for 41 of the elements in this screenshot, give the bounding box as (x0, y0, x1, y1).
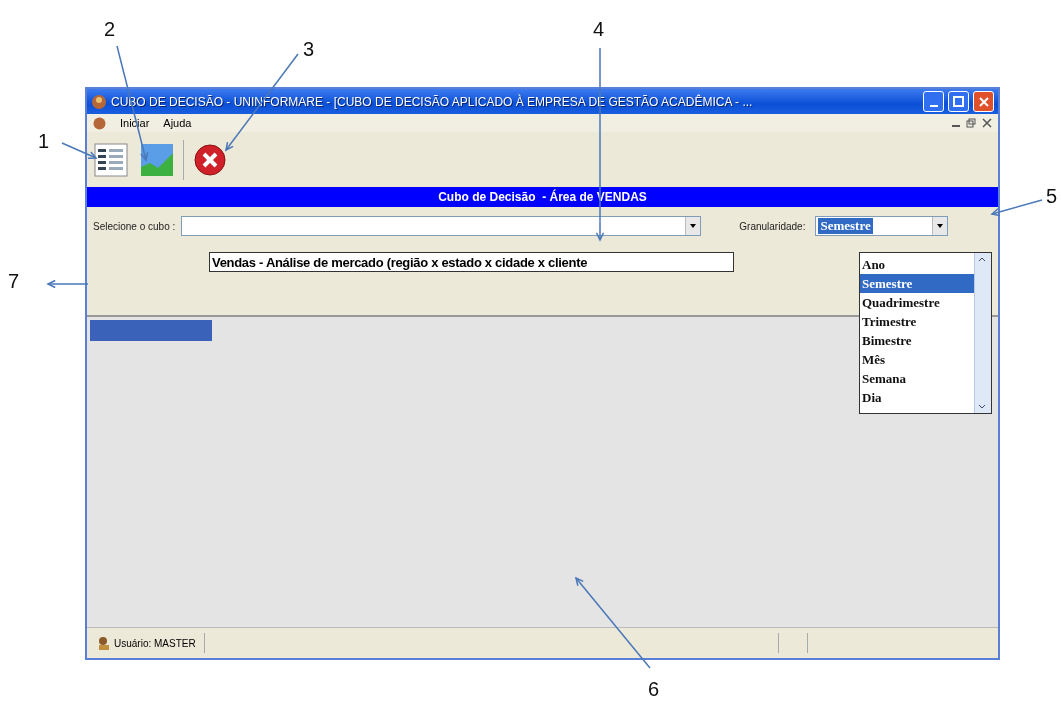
dropdown-option[interactable]: Semana (860, 369, 974, 388)
granularity-label: Granularidade: (739, 220, 806, 232)
annotation-number: 5 (1046, 185, 1058, 208)
maximize-button[interactable] (948, 91, 969, 112)
status-user: Usuário: MASTER (114, 637, 196, 649)
annotation-number: 1 (38, 130, 50, 153)
dropdown-option[interactable]: Semestre (860, 274, 974, 293)
close-icon[interactable] (982, 118, 992, 128)
annotation-number: 6 (648, 678, 660, 701)
dropdown-option[interactable]: Bimestre (860, 331, 974, 350)
window-title: CUBO DE DECISÃO - UNINFORMARE - [CUBO DE DECISÃO APLICADO À EMPRESA DE GESTÃO ACADÊMICA - ... (111, 94, 754, 109)
annotation-arrow (61, 142, 98, 160)
dropdown-option[interactable]: Vendas - Análise de mercado (região x estado x cidade x cliente (209, 252, 734, 272)
minimize-icon (929, 104, 938, 107)
dropdown-option[interactable]: Mês (860, 350, 974, 369)
caret-icon (690, 224, 697, 228)
close-icon (978, 96, 989, 107)
menu-item[interactable]: Ajuda (163, 117, 192, 129)
dropdown-option[interactable]: Quadrimestre (860, 293, 974, 312)
dropdown-option[interactable]: Trimestre (860, 312, 974, 331)
dropdown-option[interactable]: Ano (860, 255, 974, 274)
annotation-arrow (46, 279, 89, 289)
granularity-select[interactable]: Semestre (815, 216, 949, 236)
restore-icon[interactable] (966, 118, 976, 128)
maximize-icon (953, 96, 964, 107)
annotation-number: 7 (8, 270, 20, 293)
caret-icon (937, 224, 944, 228)
cube-label: Selecione o cubo : (93, 220, 176, 232)
app-icon (93, 116, 106, 130)
annotation-number: 3 (303, 38, 315, 61)
cube-select[interactable] (181, 216, 702, 236)
close-button[interactable] (973, 91, 994, 112)
dropdown-option[interactable]: Dia (860, 388, 974, 407)
annotation-arrow (990, 199, 1043, 217)
scrollbar[interactable] (974, 253, 991, 413)
app-icon (91, 93, 107, 110)
annotation-number: 2 (104, 18, 116, 41)
user-icon (97, 636, 111, 650)
minimize-button[interactable] (923, 91, 944, 112)
section-banner: Cubo de Decisão - Área de VENDAS (87, 187, 998, 207)
annotation-number: 4 (593, 18, 605, 41)
